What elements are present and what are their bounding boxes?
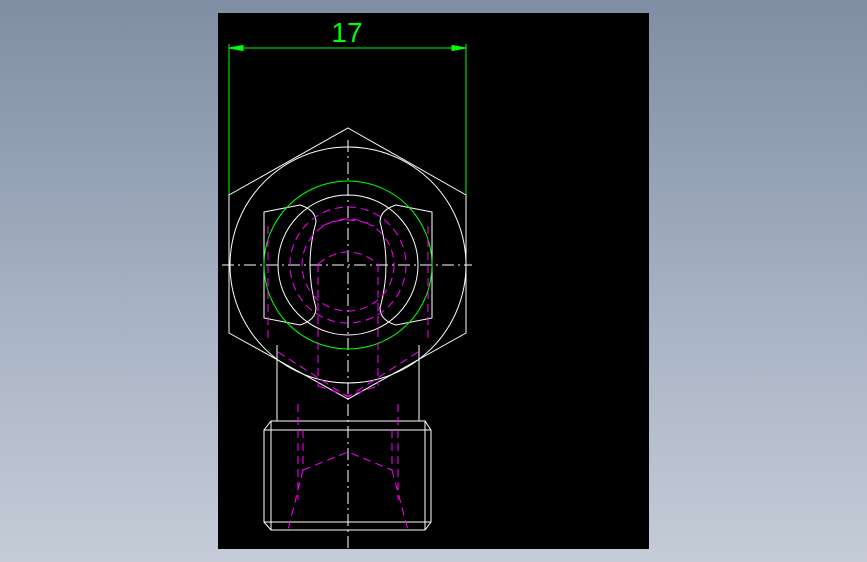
dimension-arrow-left <box>228 44 244 52</box>
hidden-neck-left <box>277 351 349 398</box>
hidden-cone-right <box>391 469 409 531</box>
fitting-drawing: 17 <box>222 17 472 549</box>
hidden-cone-left <box>287 469 304 531</box>
hidden-neck-right <box>347 351 419 398</box>
dimension-arrow-right <box>451 44 467 52</box>
cad-viewport[interactable]: 17 <box>218 13 649 549</box>
dimension-text: 17 <box>331 17 362 48</box>
centerlines <box>222 140 472 549</box>
